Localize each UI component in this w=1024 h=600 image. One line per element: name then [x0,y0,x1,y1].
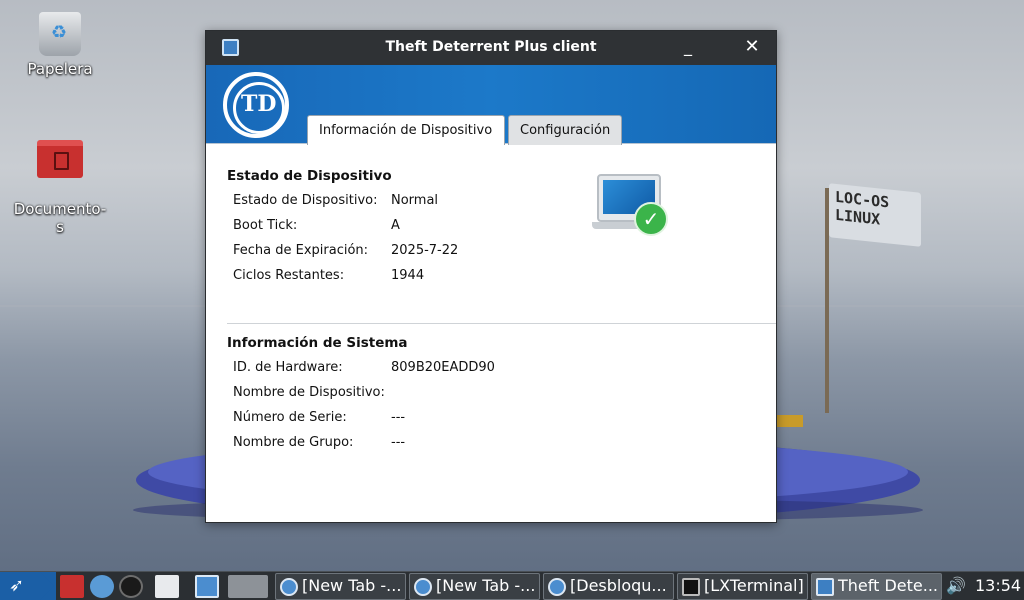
taskbar: ➶ [New Tab -... [New Tab -... [Desbloqu.… [0,571,1024,600]
desktop-icon-label: Papelera [27,60,93,78]
desktop-icon-documents[interactable]: Documento- s [10,122,110,254]
row-value: 1944 [391,268,425,283]
tab-device-info[interactable]: Información de Dispositivo [307,115,505,145]
task-button[interactable]: [LXTerminal] [677,573,808,600]
theft-deterrent-launcher-icon[interactable] [195,575,219,598]
row-label: Nombre de Grupo: [233,435,354,450]
row-label: Ciclos Restantes: [233,268,345,283]
row-value: A [391,218,400,233]
row-label: Nombre de Dispositivo: [233,385,385,400]
row-value: --- [391,410,406,425]
folder-icon [37,140,83,178]
desktop-icon-trash[interactable]: Papelera [10,12,110,78]
start-menu-button[interactable]: ➶ [0,572,56,600]
checkmark-icon: ✓ [634,202,668,236]
swallow-logo-icon: ➶ [9,575,25,596]
close-button[interactable]: ✕ [740,35,764,59]
trash-icon [39,12,81,56]
row-value: Normal [391,193,439,208]
row-value: 809B20EADD90 [391,360,495,375]
task-button[interactable]: [New Tab -... [409,573,540,600]
header-banner: TD Información de Dispositivo Configurac… [206,65,776,145]
chromium-icon [414,578,432,596]
task-button[interactable]: [Desbloqu... [543,573,674,600]
workspace-switcher[interactable] [228,575,268,598]
laptop-check-icon: ✓ [592,174,670,236]
task-button-active[interactable]: Theft Dete... [811,573,942,600]
task-label: [New Tab -... [302,576,402,595]
chromium-icon [280,578,298,596]
home-folder-icon[interactable] [60,575,84,598]
task-label: Theft Dete... [838,576,939,595]
row-value: --- [391,435,406,450]
desktop-icon-label: Documento- s [13,200,107,236]
row-label: Número de Serie: [233,410,347,425]
system-info-heading: Información de Sistema [227,335,408,351]
clock[interactable]: 13:54 [975,576,1021,595]
flag: LOC-OS LINUX [829,183,921,247]
chromium-icon [548,578,566,596]
row-value: 2025-7-22 [391,243,459,258]
row-label: Estado de Dispositivo: [233,193,378,208]
theft-deterrent-icon [816,578,834,596]
logo-text: TD [241,91,277,117]
minimize-button[interactable]: _ [676,35,700,59]
text-editor-icon[interactable] [155,575,179,598]
device-status-heading: Estado de Dispositivo [227,168,392,184]
media-launcher-icon[interactable] [119,575,143,598]
task-label: [LXTerminal] [704,576,804,595]
task-button[interactable]: [New Tab -... [275,573,406,600]
td-logo-icon: TD [223,72,289,138]
section-divider [227,323,776,324]
terminal-icon [682,578,700,596]
row-label: Boot Tick: [233,218,298,233]
row-label: Fecha de Expiración: [233,243,369,258]
task-label: [Desbloqu... [570,576,667,595]
theft-deterrent-window: Theft Deterrent Plus client _ ✕ TD Infor… [205,30,777,523]
volume-icon[interactable]: 🔊 [946,576,966,595]
window-titlebar[interactable]: Theft Deterrent Plus client _ ✕ [206,31,776,65]
tab-configuration[interactable]: Configuración [508,115,622,145]
row-label: ID. de Hardware: [233,360,343,375]
browser-launcher-icon[interactable] [90,575,114,598]
task-label: [New Tab -... [436,576,536,595]
